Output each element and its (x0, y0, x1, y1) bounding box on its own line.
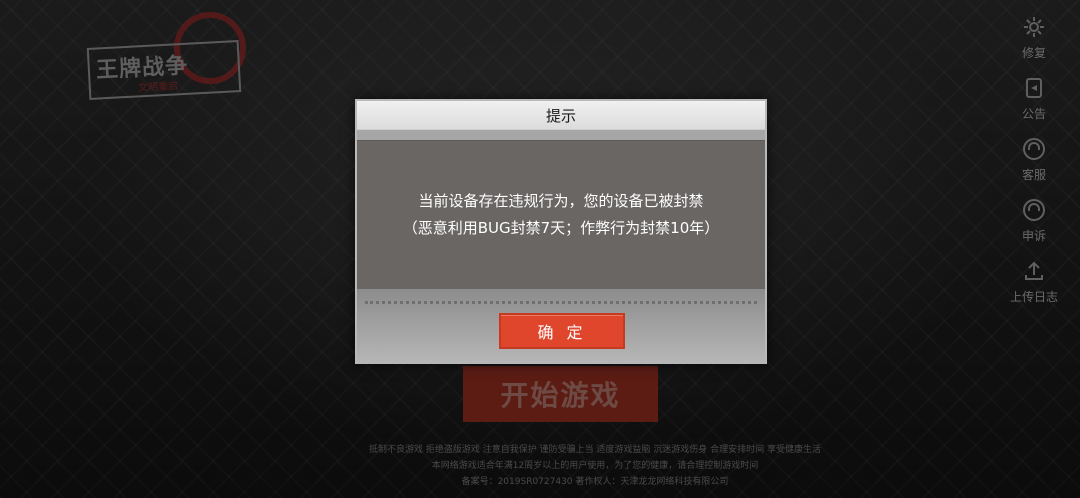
game-logo: 王牌战争 文明重启 (86, 12, 246, 100)
logo-subtitle: 文明重启 (137, 80, 179, 95)
dialog-title: 提示 (357, 101, 765, 129)
sidebar-item-repair[interactable]: 修复 (1021, 14, 1047, 61)
start-game-button[interactable]: 开始游戏 (463, 366, 658, 422)
upload-icon (1021, 258, 1047, 284)
footer-line: 备案号：2019SR0727430 著作权人：天津龙龙网络科技有限公司 (461, 477, 729, 487)
sidebar-item-label: 上传日志 (1009, 290, 1058, 304)
sidebar: 修复 公告 客服 申诉 上传日志 (1004, 14, 1064, 319)
sidebar-item-appeal[interactable]: 申诉 (1021, 197, 1047, 244)
sidebar-item-notice[interactable]: 公告 (1021, 75, 1047, 122)
dialog-dotted-divider (365, 301, 757, 304)
sidebar-item-label: 客服 (1021, 168, 1046, 182)
dialog-message: 当前设备存在违规行为，您的设备已被封禁 （恶意利用BUG封禁7天；作弊行为封禁1… (357, 141, 765, 289)
sidebar-item-label: 申诉 (1021, 229, 1046, 243)
dialog-divider (357, 129, 765, 141)
headset-icon (1021, 197, 1047, 223)
dialog-message-line: （恶意利用BUG封禁7天；作弊行为封禁10年） (402, 219, 720, 237)
headset-icon (1021, 136, 1047, 162)
confirm-button[interactable]: 确 定 (499, 313, 625, 349)
ban-dialog: 提示 当前设备存在违规行为，您的设备已被封禁 （恶意利用BUG封禁7天；作弊行为… (355, 99, 767, 364)
dialog-message-line: 当前设备存在违规行为，您的设备已被封禁 (418, 192, 704, 210)
footer-line: 抵制不良游戏 拒绝盗版游戏 注意自我保护 谨防受骗上当 适度游戏益脑 沉迷游戏伤… (368, 445, 822, 455)
sidebar-item-label: 公告 (1021, 107, 1046, 121)
sidebar-item-upload-log[interactable]: 上传日志 (1010, 258, 1058, 305)
sidebar-item-label: 修复 (1021, 46, 1046, 60)
footer-line: 本网络游戏适合年满12周岁以上的用户使用，为了您的健康，请合理控制游戏时间 (431, 461, 759, 471)
sidebar-item-service[interactable]: 客服 (1021, 136, 1047, 183)
notice-icon (1021, 75, 1047, 101)
dialog-footer: 确 定 (357, 289, 765, 364)
footer-notice: 抵制不良游戏 拒绝盗版游戏 注意自我保护 谨防受骗上当 适度游戏益脑 沉迷游戏伤… (320, 442, 870, 490)
gear-icon (1021, 14, 1047, 40)
